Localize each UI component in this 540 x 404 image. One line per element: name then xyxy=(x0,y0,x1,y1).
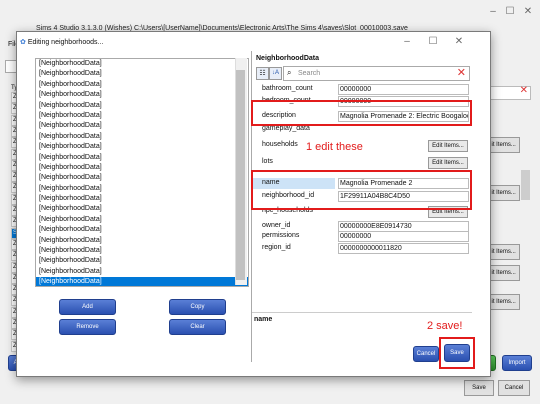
list-item[interactable]: [NeighborhoodData] xyxy=(36,59,248,69)
main-scroll-thumb[interactable] xyxy=(521,170,530,200)
app-icon: ✿ xyxy=(20,39,26,46)
property-name: owner_id xyxy=(262,222,291,229)
list-item[interactable]: [NeighborhoodData] xyxy=(36,173,248,183)
clear-button[interactable]: Clear xyxy=(169,319,226,335)
list-item[interactable]: [NeighborhoodData] xyxy=(36,225,248,235)
property-value[interactable]: 00000000 xyxy=(338,84,469,95)
property-name: region_id xyxy=(262,244,291,251)
copy-button[interactable]: Copy xyxy=(169,299,226,315)
list-item[interactable]: [NeighborhoodData] xyxy=(36,256,248,266)
list-item[interactable]: [NeighborhoodData] xyxy=(36,121,248,131)
list-item[interactable]: [NeighborhoodData] xyxy=(36,80,248,90)
property-name: lots xyxy=(262,158,273,165)
main-cancel-button[interactable]: Cancel xyxy=(498,380,530,396)
list-item[interactable]: [NeighborhoodData] xyxy=(36,163,248,173)
description-divider xyxy=(252,312,472,313)
property-name: permissions xyxy=(262,232,300,239)
list-item[interactable]: [NeighborhoodData] xyxy=(36,267,248,277)
dialog-close-icon[interactable]: ✕ xyxy=(452,36,466,48)
property-row-permissions[interactable]: permissions 00000000 xyxy=(252,231,472,242)
maximize-icon[interactable]: ☐ xyxy=(503,6,517,18)
list-item[interactable]: [NeighborhoodData] xyxy=(36,132,248,142)
annotation-box-name xyxy=(251,170,472,210)
list-item[interactable]: [NeighborhoodData] xyxy=(36,90,248,100)
list-item[interactable]: [NeighborhoodData] xyxy=(36,153,248,163)
property-edit-items-button[interactable]: Edit Items... xyxy=(428,157,468,169)
list-item[interactable]: [NeighborhoodData] xyxy=(36,184,248,194)
list-item[interactable]: [NeighborhoodData] xyxy=(36,215,248,225)
annotation-box-save xyxy=(439,337,475,369)
dialog-title: ✿ Editing neighborhoods... xyxy=(20,38,103,46)
list-item[interactable]: [NeighborhoodData] xyxy=(36,69,248,79)
search-icon: ⌕ xyxy=(287,68,292,77)
close-icon[interactable]: ✕ xyxy=(521,6,535,18)
dialog-cancel-button[interactable]: Cancel xyxy=(413,346,439,362)
property-name: bathroom_count xyxy=(262,85,313,92)
list-item[interactable]: [NeighborhoodData] xyxy=(36,111,248,121)
dialog-minimize-icon[interactable]: – xyxy=(400,36,414,48)
property-edit-items-button[interactable]: Edit Items... xyxy=(428,140,468,152)
property-value[interactable]: 0000000000011820 xyxy=(338,243,469,254)
property-value[interactable]: 00000000 xyxy=(338,231,469,242)
annotation-box-description xyxy=(251,100,472,126)
list-item[interactable]: [NeighborhoodData] xyxy=(36,101,248,111)
list-item[interactable]: [NeighborhoodData] xyxy=(36,277,248,286)
list-item[interactable]: [NeighborhoodData] xyxy=(36,142,248,152)
import-button[interactable]: Import xyxy=(502,355,532,371)
property-row-region-id[interactable]: region_id 0000000000011820 xyxy=(252,243,472,254)
sort-alpha-icon[interactable]: ↓A xyxy=(269,67,282,80)
dialog-title-text: Editing neighborhoods... xyxy=(27,39,104,46)
list-item[interactable]: [NeighborhoodData] xyxy=(36,194,248,204)
property-name: households xyxy=(262,141,298,148)
clear-search-icon[interactable]: ✕ xyxy=(520,85,528,96)
neighborhood-list[interactable]: [NeighborhoodData] [NeighborhoodData] [Nei… xyxy=(35,58,249,287)
categorized-icon[interactable]: ☷ xyxy=(256,67,269,80)
search-input[interactable]: ⌕ Search ✕ xyxy=(283,66,470,81)
list-item[interactable]: [NeighborhoodData] xyxy=(36,246,248,256)
remove-button[interactable]: Remove xyxy=(59,319,116,335)
list-item[interactable]: [NeighborhoodData] xyxy=(36,204,248,214)
annotation-step1: 1 edit these xyxy=(306,141,363,153)
minimize-icon[interactable]: – xyxy=(486,6,500,18)
list-item[interactable]: [NeighborhoodData] xyxy=(36,236,248,246)
main-save-button[interactable]: Save xyxy=(464,380,494,396)
main-search-field[interactable]: ✕ xyxy=(489,85,531,100)
grid-title: NeighborhoodData xyxy=(256,55,319,62)
property-row-lots[interactable]: lots Edit Items... xyxy=(252,157,472,169)
clear-search-icon[interactable]: ✕ xyxy=(457,66,466,79)
annotation-step2: 2 save! xyxy=(427,320,463,332)
description-panel-label: name xyxy=(254,316,273,323)
property-row-bathroom-count[interactable]: bathroom_count 00000000 xyxy=(252,84,472,95)
property-name: gameplay_data xyxy=(262,125,310,132)
list-scroll-thumb[interactable] xyxy=(236,70,245,280)
search-placeholder: Search xyxy=(298,70,321,77)
add-button[interactable]: Add xyxy=(59,299,116,315)
dialog-maximize-icon[interactable]: ☐ xyxy=(426,36,440,48)
